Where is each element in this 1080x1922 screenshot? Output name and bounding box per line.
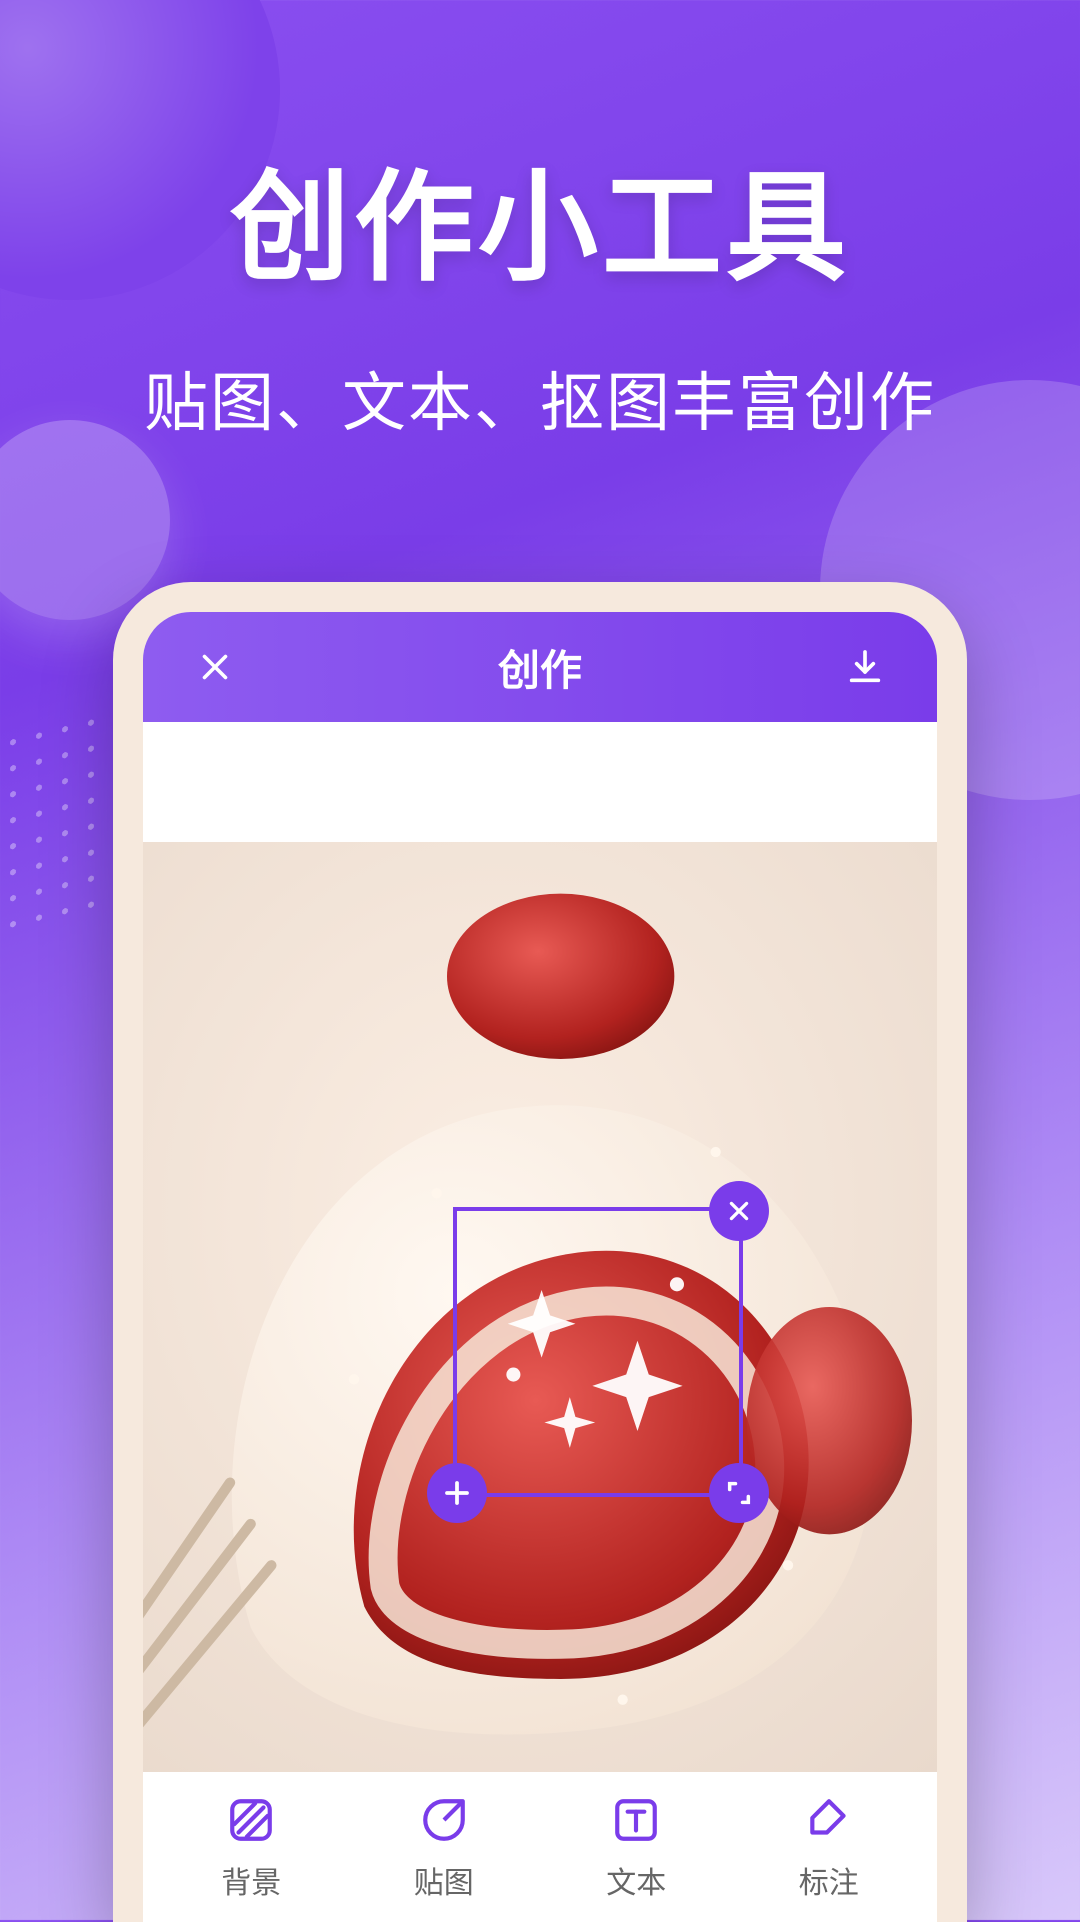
sticker-resize-handle[interactable] (709, 1463, 769, 1523)
plus-icon (442, 1478, 472, 1508)
tool-label: 文本 (606, 1858, 666, 1902)
tool-label: 标注 (799, 1858, 859, 1902)
close-button[interactable] (187, 639, 243, 695)
download-icon (845, 647, 885, 687)
sticker-add-handle[interactable] (427, 1463, 487, 1523)
download-button[interactable] (837, 639, 893, 695)
sticker-selection[interactable] (453, 1207, 743, 1497)
hero: 创作小工具 贴图、文本、抠图丰富创作 (0, 0, 1080, 444)
phone-mockup: 创作 (113, 582, 967, 1922)
tool-sticker[interactable]: 贴图 (414, 1792, 474, 1902)
tool-annotate[interactable]: 标注 (799, 1792, 859, 1902)
tool-label: 贴图 (414, 1858, 474, 1902)
text-icon (611, 1795, 661, 1845)
tool-text[interactable]: 文本 (606, 1792, 666, 1902)
sparkle-overlay (457, 1211, 739, 1493)
canvas-area (143, 722, 937, 1772)
background-icon (226, 1795, 276, 1845)
close-icon (197, 649, 233, 685)
app-header-title: 创作 (498, 637, 582, 698)
canvas-blank (143, 722, 937, 842)
app-header: 创作 (143, 612, 937, 722)
sticker-delete-handle[interactable] (709, 1181, 769, 1241)
tool-label: 背景 (221, 1858, 281, 1902)
editor-canvas[interactable] (143, 842, 937, 1772)
page-subtitle: 贴图、文本、抠图丰富创作 (0, 352, 1080, 444)
sticker-icon (419, 1795, 469, 1845)
tool-background[interactable]: 背景 (221, 1792, 281, 1902)
tool-bar: 背景 贴图 文本 (143, 1772, 937, 1922)
close-icon (726, 1198, 752, 1224)
resize-icon (725, 1479, 753, 1507)
annotate-icon (804, 1795, 854, 1845)
phone-screen: 创作 (143, 612, 937, 1922)
page-title: 创作小工具 (0, 130, 1080, 304)
